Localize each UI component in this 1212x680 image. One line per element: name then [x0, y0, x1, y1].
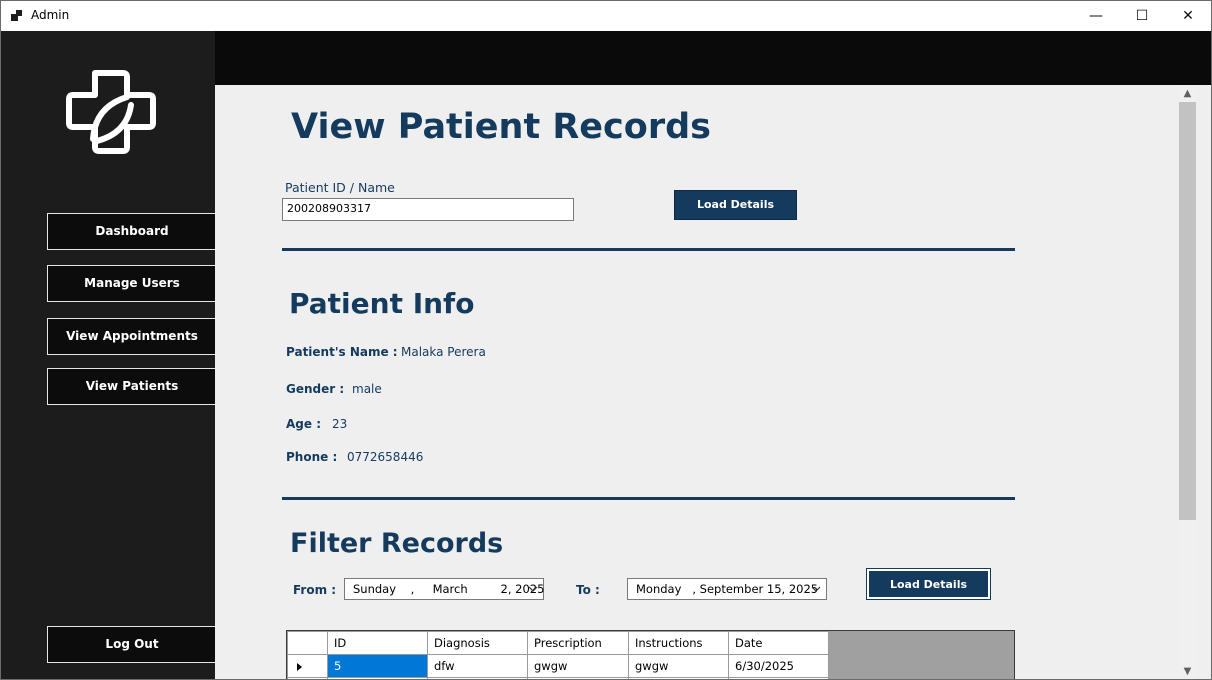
vertical-scrollbar[interactable]: ▲ ▼	[1179, 85, 1196, 679]
from-date-value: Sunday , March 2, 2025	[353, 582, 545, 596]
cell-diagnosis[interactable]: dfw	[427, 654, 528, 678]
column-header-prescription[interactable]: Prescription	[527, 631, 629, 655]
gender-value: male	[352, 382, 382, 396]
minimize-icon[interactable]: —	[1073, 1, 1119, 31]
table-row[interactable]: 5 dfw gwgw gwgw 6/30/2025	[287, 654, 829, 678]
app-icon	[11, 10, 23, 22]
sidebar: Dashboard Manage Users View Appointments…	[1, 31, 216, 679]
title-bar: Admin — ☐ ✕	[1, 1, 1211, 31]
phone-value: 0772658446	[347, 450, 424, 464]
age-value: 23	[332, 417, 348, 431]
to-label: To :	[576, 583, 600, 597]
load-details-button[interactable]: Load Details	[674, 190, 797, 220]
sidebar-item-manage-users[interactable]: Manage Users	[47, 265, 216, 302]
header-bar	[215, 31, 1211, 85]
sidebar-item-view-patients[interactable]: View Patients	[47, 368, 216, 405]
to-date-picker[interactable]: Monday , September 15, 2025	[627, 578, 827, 600]
patient-name-value: Malaka Perera	[401, 345, 486, 359]
column-header-diagnosis[interactable]: Diagnosis	[427, 631, 528, 655]
logout-button[interactable]: Log Out	[47, 626, 216, 663]
patient-search-label: Patient ID / Name	[285, 180, 395, 195]
from-date-picker[interactable]: Sunday , March 2, 2025	[344, 578, 544, 600]
content-right-edge	[1196, 85, 1211, 679]
column-header-id[interactable]: ID	[327, 631, 428, 655]
column-header-instructions[interactable]: Instructions	[628, 631, 729, 655]
patient-info-heading: Patient Info	[289, 287, 475, 320]
records-table[interactable]: ID Diagnosis Prescription Instructions D…	[286, 630, 1015, 679]
row-header-corner	[287, 631, 328, 655]
sidebar-item-view-appointments[interactable]: View Appointments	[47, 318, 216, 355]
sidebar-item-dashboard[interactable]: Dashboard	[47, 213, 216, 250]
row-selector[interactable]	[287, 654, 328, 678]
cell-id[interactable]: 5	[327, 654, 428, 678]
table-header-row: ID Diagnosis Prescription Instructions D…	[287, 631, 829, 655]
filter-records-heading: Filter Records	[290, 528, 504, 559]
main-content: View Patient Records Patient ID / Name 2…	[215, 85, 1179, 679]
page-title: View Patient Records	[291, 107, 711, 147]
close-icon[interactable]: ✕	[1165, 1, 1211, 31]
admin-window: Admin — ☐ ✕ Dashboard Manage Users View …	[0, 0, 1212, 680]
patient-search-input[interactable]: 200208903317	[282, 198, 574, 221]
from-label: From :	[293, 583, 337, 597]
scroll-up-icon[interactable]: ▲	[1179, 85, 1196, 102]
section-divider	[282, 497, 1015, 500]
age-label: Age :	[286, 417, 321, 431]
section-divider	[282, 248, 1015, 251]
row-pointer-icon	[297, 662, 302, 671]
filter-load-details-button[interactable]: Load Details	[866, 568, 991, 600]
chevron-down-icon	[811, 586, 821, 592]
to-date-value: Monday , September 15, 2025	[636, 582, 819, 596]
scrollbar-thumb[interactable]	[1179, 102, 1196, 520]
chevron-down-icon	[528, 586, 538, 592]
phone-label: Phone :	[286, 450, 338, 464]
patient-name-label: Patient's Name :	[286, 345, 398, 359]
cell-date[interactable]: 6/30/2025	[728, 654, 829, 678]
maximize-icon[interactable]: ☐	[1119, 1, 1165, 31]
scroll-down-icon[interactable]: ▼	[1179, 663, 1196, 679]
cell-instructions[interactable]: gwgw	[628, 654, 729, 678]
medical-cross-leaf-icon	[66, 70, 156, 154]
cell-prescription[interactable]: gwgw	[527, 654, 629, 678]
gender-label: Gender :	[286, 382, 345, 396]
window-title: Admin	[31, 8, 70, 22]
column-header-date[interactable]: Date	[728, 631, 829, 655]
records-table-body: ID Diagnosis Prescription Instructions D…	[287, 631, 829, 679]
